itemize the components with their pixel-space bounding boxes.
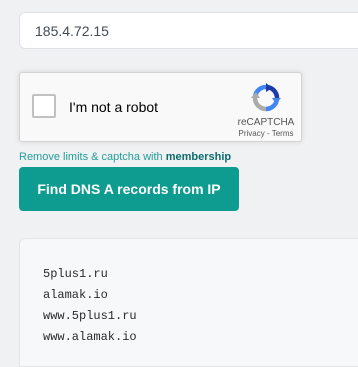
recaptcha-terms-link[interactable]: Terms: [272, 129, 294, 138]
recaptcha-checkbox[interactable]: [32, 94, 56, 118]
recaptcha-links: Privacy - Terms: [220, 129, 312, 138]
result-line: alamak.io: [43, 288, 108, 302]
recaptcha-logo-icon: [251, 83, 281, 113]
find-dns-button[interactable]: Find DNS A records from IP: [19, 167, 239, 211]
recaptcha-links-separator: -: [264, 129, 272, 138]
recaptcha-widget: I'm not a robot reCAPTCHA Privacy - Term…: [19, 72, 302, 142]
membership-link[interactable]: membership: [166, 151, 231, 163]
result-line: 5plus1.ru: [43, 267, 108, 281]
recaptcha-label: I'm not a robot: [69, 99, 159, 115]
remove-limits-notice: Remove limits & captcha with membership: [19, 151, 231, 163]
result-line: www.5plus1.ru: [43, 309, 137, 323]
remove-limits-text: Remove limits & captcha with: [19, 151, 166, 163]
results-panel: 5plus1.ru alamak.io www.5plus1.ru www.al…: [19, 238, 358, 367]
recaptcha-privacy-link[interactable]: Privacy: [239, 129, 265, 138]
recaptcha-brand: reCAPTCHA: [237, 117, 295, 128]
result-line: www.alamak.io: [43, 330, 137, 344]
ip-address-input[interactable]: [19, 12, 358, 49]
